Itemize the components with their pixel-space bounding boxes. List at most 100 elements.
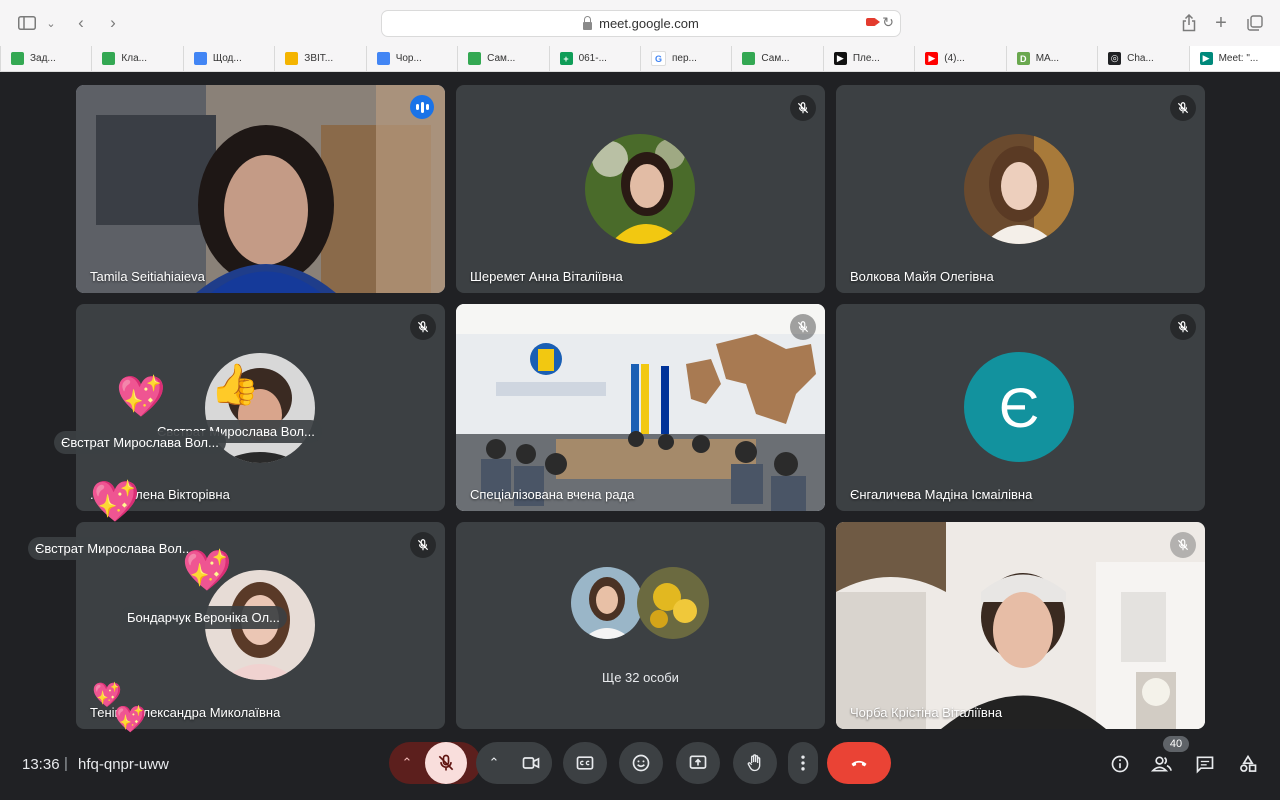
present-screen-button[interactable] — [676, 742, 720, 784]
tab-label: Зад... — [30, 53, 56, 64]
tab-label: Meet: "... — [1218, 53, 1259, 64]
camera-options-chevron-icon[interactable]: ⌃ — [476, 755, 512, 771]
tab-favicon-icon — [285, 52, 299, 65]
meeting-time: 13:36 — [22, 756, 60, 773]
chat-icon — [1196, 756, 1214, 774]
more-options-button[interactable] — [788, 742, 818, 784]
present-icon — [689, 755, 707, 769]
address-bar[interactable]: meet.google.com ↻ — [381, 10, 901, 37]
browser-tab[interactable]: Gпер... — [640, 46, 731, 71]
browser-tab[interactable]: Чор... — [365, 46, 457, 71]
browser-tab[interactable]: Сам... — [731, 46, 822, 71]
activities-button[interactable] — [1236, 752, 1260, 776]
browser-tab[interactable]: ▶ (4)... — [914, 46, 1005, 71]
reaction-sender-label: Бондарчук Вероніка Ол... — [120, 606, 287, 629]
speaking-indicator-icon — [410, 95, 434, 119]
captions-icon — [576, 756, 594, 770]
mic-off-icon — [438, 754, 454, 771]
reaction-emoji: 💖 — [90, 480, 140, 524]
participant-name: Єнгаличева Мадіна Ісмаілівна — [850, 487, 1033, 502]
info-icon — [1111, 755, 1129, 773]
browser-tab[interactable]: +061-... — [548, 46, 640, 71]
divider: | — [64, 755, 68, 772]
participant-tile[interactable]: Є Єнгаличева Мадіна Ісмаілівна — [836, 304, 1205, 511]
reaction-emoji: 👍 — [210, 363, 260, 407]
back-icon[interactable]: ‹ — [70, 12, 92, 34]
reactions-button[interactable] — [619, 742, 663, 784]
avatar — [571, 567, 643, 639]
tab-favicon-icon — [11, 52, 24, 65]
tab-label: Сам... — [761, 53, 790, 64]
participant-tile[interactable]: Волкова Майя Олегівна — [836, 85, 1205, 293]
tab-label: Cha... — [1127, 53, 1154, 64]
emoji-icon — [632, 754, 650, 772]
browser-tab[interactable]: ◎ Cha... — [1097, 46, 1188, 71]
participant-video — [76, 85, 445, 293]
chevron-down-icon[interactable]: ⌄ — [40, 12, 62, 34]
tab-label: Щод... — [212, 53, 242, 64]
tab-label: Чор... — [395, 53, 422, 64]
tab-label: пер... — [672, 53, 697, 64]
browser-tab[interactable]: Сам... — [457, 46, 548, 71]
participant-name: Волкова Майя Олегівна — [850, 269, 994, 284]
reaction-sender-label: Євстрат Мирослава Вол... — [54, 431, 226, 454]
tab-overview-icon[interactable] — [1244, 12, 1266, 34]
camera-in-use-icon[interactable] — [866, 18, 880, 26]
more-vert-icon — [801, 755, 805, 771]
mic-off-icon — [790, 314, 816, 340]
tab-favicon-icon — [468, 52, 482, 65]
leave-call-button[interactable] — [827, 742, 891, 784]
url-text: meet.google.com — [599, 16, 699, 31]
reaction-emoji: 💖 — [116, 375, 166, 419]
browser-toolbar: ⌄ ‹ › meet.google.com ↻ + — [0, 0, 1280, 46]
reaction-sender-label: Євстрат Мирослава Вол... — [28, 537, 200, 560]
mic-off-icon — [790, 95, 816, 121]
participant-tile-video[interactable]: Спеціалізована вчена рада — [456, 304, 825, 511]
tab-label: Пле... — [852, 53, 880, 64]
share-icon[interactable] — [1178, 12, 1200, 34]
meeting-code: hfq-qnpr-uww — [78, 756, 169, 773]
camera-toggle-button[interactable] — [510, 742, 552, 784]
browser-tab[interactable]: ▶ Meet: "... — [1188, 46, 1280, 71]
more-participants-label: Ще 32 особи — [602, 670, 679, 685]
other-participants-tile[interactable]: Ще 32 особи — [456, 522, 825, 729]
sidebar-toggle-icon[interactable] — [16, 12, 38, 34]
new-tab-icon[interactable]: + — [1210, 12, 1232, 34]
participant-tile-video[interactable]: Чорба Крістіна Віталіївна — [836, 522, 1205, 729]
camera-icon — [522, 757, 540, 769]
participant-tile[interactable]: Шеремет Анна Віталіївна — [456, 85, 825, 293]
people-button[interactable] — [1150, 752, 1174, 776]
tab-favicon-icon — [102, 52, 116, 65]
mic-toggle-button[interactable] — [425, 742, 467, 784]
tab-favicon-icon — [742, 52, 756, 65]
participant-name: Шеремет Анна Віталіївна — [470, 269, 623, 284]
captions-button[interactable] — [563, 742, 607, 784]
forward-icon[interactable]: › — [102, 12, 124, 34]
lock-icon — [583, 15, 593, 30]
avatar — [964, 134, 1074, 244]
activities-icon — [1240, 754, 1257, 772]
tab-favicon-icon: G — [651, 51, 666, 66]
tab-favicon-icon: D — [1016, 52, 1030, 65]
meeting-details-button[interactable] — [1108, 752, 1132, 776]
avatar — [585, 134, 695, 244]
participant-name: Чорба Крістіна Віталіївна — [850, 705, 1003, 720]
mic-off-icon — [1170, 314, 1196, 340]
browser-tab[interactable]: D МА... — [1005, 46, 1097, 71]
mic-off-icon — [1170, 95, 1196, 121]
participant-video — [836, 522, 1205, 729]
participant-tile-video[interactable]: Tamila Seitiahiaieva — [76, 85, 445, 293]
browser-tab[interactable]: ▶ Пле... — [822, 46, 914, 71]
browser-tab[interactable]: Щод... — [182, 46, 274, 71]
tab-favicon-icon: ▶ — [1199, 52, 1213, 65]
chat-button[interactable] — [1193, 752, 1217, 776]
raise-hand-button[interactable] — [733, 742, 777, 784]
mic-options-chevron-icon[interactable]: ⌃ — [389, 755, 425, 771]
browser-tab[interactable]: Кла... — [91, 46, 182, 71]
browser-tab[interactable]: Зад... — [0, 46, 91, 71]
reload-icon[interactable]: ↻ — [882, 14, 894, 31]
tab-label: Кла... — [121, 53, 147, 64]
tab-favicon-icon: + — [559, 52, 573, 65]
browser-tab[interactable]: ЗВІТ... — [274, 46, 365, 71]
mic-off-icon — [410, 532, 436, 558]
